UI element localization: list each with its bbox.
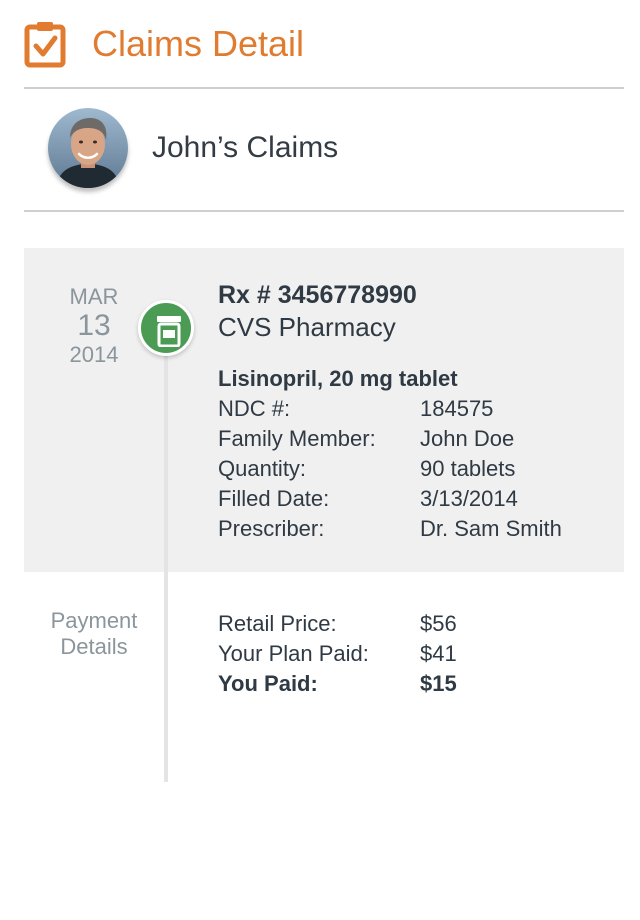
date-month: MAR (69, 284, 119, 309)
detail-value: Dr. Sam Smith (420, 516, 562, 541)
rx-badge (138, 300, 194, 356)
user-claims-title: John’s Claims (152, 131, 339, 164)
detail-value: 184575 (420, 396, 494, 421)
claim-date: MAR 13 2014 (40, 284, 148, 368)
detail-label: NDC #: (218, 396, 291, 421)
detail-value: 3/13/2014 (420, 486, 518, 511)
rx-number: Rx # 3456778990 (218, 281, 417, 309)
detail-label: Quantity: (218, 456, 307, 481)
payment-value: $56 (420, 611, 457, 636)
detail-label: Filled Date: (218, 486, 330, 511)
page-title: Claims Detail (92, 23, 305, 64)
drug-name: Lisinopril, 20 mg tablet (218, 366, 458, 391)
date-year: 2014 (69, 342, 119, 367)
page-header: Claims Detail (0, 0, 640, 88)
timeline-line (164, 340, 168, 782)
clipboard-check-icon (24, 20, 66, 68)
payment-heading-line2: Details (60, 634, 128, 659)
user-claims-row[interactable]: John’s Claims (0, 90, 640, 210)
payment-value: $41 (420, 641, 457, 666)
pharmacy-name: CVS Pharmacy (218, 312, 396, 342)
date-day: 13 (77, 309, 111, 342)
detail-label: Family Member: (218, 426, 376, 451)
payment-label: Retail Price: (218, 611, 337, 636)
payment-details-heading: Payment Details (40, 608, 148, 660)
detail-label: Prescriber: (218, 516, 325, 541)
avatar (48, 108, 128, 188)
payment-label: Your Plan Paid: (218, 641, 369, 666)
payment-label-total: You Paid: (218, 671, 318, 696)
detail-value: 90 tablets (420, 456, 516, 481)
user-divider (24, 210, 624, 212)
detail-value: John Doe (420, 426, 515, 451)
header-divider (24, 87, 624, 89)
payment-heading-line1: Payment (50, 608, 138, 633)
payment-value-total: $15 (420, 671, 457, 696)
